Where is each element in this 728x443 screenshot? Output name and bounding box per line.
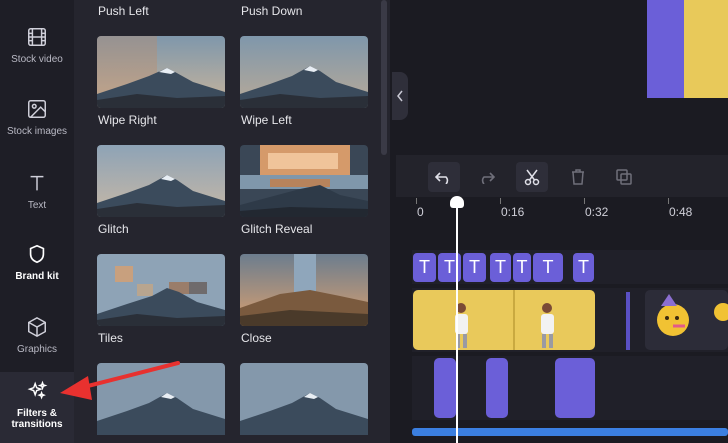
panel-scrollbar[interactable] bbox=[381, 0, 387, 155]
tick-mark bbox=[500, 198, 501, 204]
tick-label: 0:48 bbox=[669, 205, 693, 219]
transition-thumb[interactable] bbox=[240, 363, 368, 443]
rail-text[interactable]: Text bbox=[0, 172, 74, 242]
transition-thumb[interactable] bbox=[97, 363, 225, 443]
rail-label: Graphics bbox=[16, 344, 57, 355]
video-clip[interactable] bbox=[413, 290, 595, 350]
tile-label-push-down: Push Down bbox=[241, 4, 303, 18]
video-clip-emoji[interactable] bbox=[645, 290, 728, 350]
tick-mark bbox=[416, 198, 417, 204]
transition-thumb-close[interactable] bbox=[240, 254, 368, 326]
redo-icon bbox=[481, 172, 495, 184]
text-icon bbox=[30, 175, 44, 191]
transition-thumb-tiles[interactable] bbox=[97, 254, 225, 326]
shield-icon bbox=[29, 244, 45, 264]
sparkles-icon bbox=[27, 380, 48, 400]
split-button[interactable] bbox=[516, 162, 548, 192]
cube-icon bbox=[28, 316, 46, 338]
tile-label-push-left: Push Left bbox=[98, 4, 149, 18]
tick-mark bbox=[584, 198, 585, 204]
rail-stock-images[interactable]: Stock images bbox=[0, 98, 74, 168]
tile-label: Close bbox=[241, 331, 272, 345]
tile-label: Wipe Right bbox=[98, 113, 157, 127]
transition-thumb-wipe-right[interactable] bbox=[97, 36, 225, 108]
tile-label: Tiles bbox=[98, 331, 123, 345]
text-clip[interactable]: T bbox=[490, 253, 511, 282]
mountain-thumbnail bbox=[97, 363, 225, 435]
duplicate-button[interactable] bbox=[608, 162, 640, 192]
tile-label: Glitch bbox=[98, 222, 129, 236]
copy-icon bbox=[616, 169, 632, 185]
chevron-left-icon bbox=[397, 90, 403, 102]
playhead[interactable] bbox=[456, 205, 458, 443]
scissors-icon bbox=[524, 169, 540, 186]
tick-mark bbox=[668, 198, 669, 204]
trash-icon bbox=[572, 169, 584, 185]
undo-icon bbox=[435, 172, 449, 184]
text-clip[interactable]: T bbox=[573, 253, 594, 282]
tick-label: 0:32 bbox=[585, 205, 609, 219]
rail-label: Brand kit bbox=[15, 271, 59, 282]
audio-clip[interactable] bbox=[486, 358, 508, 418]
rail-label: Stock video bbox=[11, 54, 63, 65]
preview-frame bbox=[647, 0, 728, 98]
delete-button[interactable] bbox=[562, 162, 594, 192]
text-clip[interactable]: T bbox=[463, 253, 486, 282]
text-clip[interactable]: T bbox=[413, 253, 436, 282]
tile-label: Glitch Reveal bbox=[241, 222, 313, 236]
text-clip[interactable]: T bbox=[513, 253, 531, 282]
mountain-thumbnail bbox=[240, 254, 368, 326]
rail-label: Stock images bbox=[6, 126, 68, 137]
timeline-bottom-bar[interactable] bbox=[412, 428, 728, 436]
image-icon bbox=[28, 100, 46, 118]
mountain-thumbnail bbox=[97, 36, 225, 108]
rail-label: Text bbox=[27, 200, 47, 211]
mountain-thumbnail bbox=[240, 145, 368, 217]
film-icon bbox=[28, 28, 46, 46]
transition-marker[interactable] bbox=[626, 292, 630, 350]
transition-thumb-wipe-left[interactable] bbox=[240, 36, 368, 108]
audio-clip[interactable] bbox=[434, 358, 456, 418]
undo-button[interactable] bbox=[428, 162, 460, 192]
redo-button[interactable] bbox=[470, 162, 502, 192]
rail-filters-transitions[interactable]: Filters & transitions bbox=[0, 372, 74, 443]
mountain-thumbnail bbox=[240, 36, 368, 108]
audio-clip[interactable] bbox=[555, 358, 595, 418]
left-rail: Stock video Stock images Text Brand kit … bbox=[0, 0, 74, 443]
playhead-handle[interactable] bbox=[450, 196, 464, 208]
transition-thumb-glitch[interactable] bbox=[97, 145, 225, 217]
mountain-thumbnail bbox=[240, 363, 368, 435]
rail-label: Filters & transitions bbox=[11, 408, 63, 430]
mountain-thumbnail bbox=[97, 254, 225, 326]
collapse-panel-button[interactable] bbox=[392, 72, 408, 120]
text-clip[interactable]: T bbox=[533, 253, 563, 282]
tile-label: Wipe Left bbox=[241, 113, 292, 127]
transition-thumb-glitch-reveal[interactable] bbox=[240, 145, 368, 217]
tick-label: 0:16 bbox=[501, 205, 525, 219]
rail-brand-kit[interactable]: Brand kit bbox=[0, 243, 74, 313]
tick-label: 0 bbox=[417, 205, 424, 219]
rail-stock-video[interactable]: Stock video bbox=[0, 26, 74, 96]
mountain-thumbnail bbox=[97, 145, 225, 217]
